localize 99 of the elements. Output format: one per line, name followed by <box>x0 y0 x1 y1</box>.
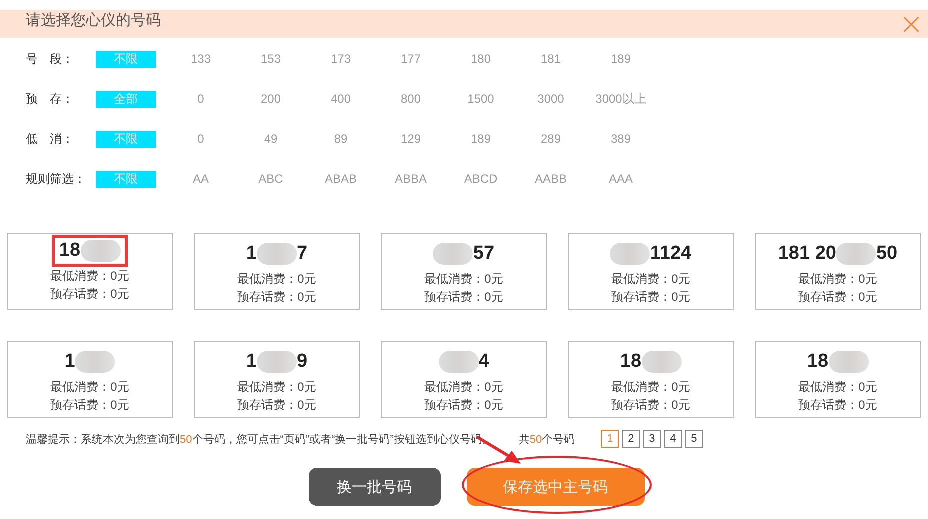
phone-number-part: 9 <box>297 351 308 373</box>
blurred-digits <box>75 351 116 373</box>
blurred-digits <box>438 351 479 373</box>
blurred-digits <box>433 243 474 265</box>
filter-option[interactable]: 不限 <box>96 170 156 188</box>
phone-number-part: 1 <box>64 351 76 373</box>
prepaid-text: 预存话费：0元 <box>424 289 504 306</box>
prepaid-text: 预存话费：0元 <box>798 397 878 414</box>
prepaid-text: 预存话费：0元 <box>238 289 316 306</box>
filter-option[interactable]: AABB <box>516 172 586 186</box>
min-spend-text: 最低消费：0元 <box>612 271 690 288</box>
number-card[interactable]: 4 最低消费：0元 预存话费：0元 <box>381 341 547 418</box>
phone-number-part: 1 <box>246 243 257 265</box>
filter-option[interactable]: 200 <box>236 92 306 106</box>
prepaid-text: 预存话费：0元 <box>798 289 878 306</box>
blurred-digits <box>642 351 682 373</box>
blurred-digits <box>80 240 121 262</box>
blurred-digits <box>257 351 297 373</box>
filter-option[interactable]: 129 <box>376 132 446 146</box>
refresh-button[interactable]: 换一批号码 <box>308 468 440 506</box>
page-button[interactable]: 1 <box>601 430 620 448</box>
filter-option[interactable]: 不限 <box>96 50 156 68</box>
blurred-digits <box>610 243 650 265</box>
filter-option[interactable]: AAA <box>586 172 656 186</box>
page-button[interactable]: 5 <box>685 430 704 448</box>
filter-option[interactable]: AA <box>166 172 236 186</box>
min-spend-text: 最低消费：0元 <box>798 271 878 288</box>
number-card[interactable]: 1 7 最低消费：0元 预存话费：0元 <box>194 233 360 310</box>
prepaid-text: 预存话费：0元 <box>238 397 316 414</box>
filter-option[interactable]: 180 <box>446 52 516 66</box>
blurred-digits <box>836 243 876 265</box>
filter-option[interactable]: 不限 <box>96 130 156 148</box>
filter-option[interactable]: 177 <box>376 52 446 66</box>
filter-option[interactable]: ABC <box>236 172 306 186</box>
filter-option[interactable]: 400 <box>306 92 376 106</box>
page-button[interactable]: 2 <box>622 430 640 448</box>
filter-option[interactable]: 153 <box>236 52 306 66</box>
min-spend-text: 最低消费：0元 <box>612 379 690 396</box>
min-spend-text: 最低消费：0元 <box>50 379 130 396</box>
filter-option[interactable]: 389 <box>586 132 656 146</box>
number-card[interactable]: 18 最低消费：0元 预存话费：0元 <box>755 341 921 418</box>
filter-option[interactable]: 173 <box>306 52 376 66</box>
blurred-digits <box>828 351 869 373</box>
number-card[interactable]: 18 最低消费：0元 预存话费：0元 <box>568 341 734 418</box>
min-spend-text: 最低消费：0元 <box>424 271 504 288</box>
filter-option[interactable]: 1500 <box>446 92 516 106</box>
filter-label: 规则筛选： <box>26 170 87 188</box>
total-count: 共50个号码 <box>518 432 576 446</box>
min-spend-text: 最低消费：0元 <box>238 379 316 396</box>
phone-number-part: 57 <box>473 243 495 265</box>
prepaid-text: 预存话费：0元 <box>612 289 690 306</box>
filter-option[interactable]: 189 <box>446 132 516 146</box>
number-card[interactable]: 57 最低消费：0元 预存话费：0元 <box>381 233 547 310</box>
page-button[interactable]: 4 <box>664 430 682 448</box>
number-card[interactable]: 1 9 最低消费：0元 预存话费：0元 <box>194 341 360 418</box>
dialog-title: 请选择您心仪的号码 <box>26 10 161 30</box>
filter-option[interactable]: 3000以上 <box>586 90 656 108</box>
filter-option[interactable]: 0 <box>166 132 236 146</box>
filter-option[interactable]: 0 <box>166 92 236 106</box>
phone-number-part: 4 <box>478 351 490 373</box>
filter-label: 号 段： <box>26 50 75 68</box>
filter-label: 预 存： <box>26 90 75 108</box>
filter-option[interactable]: 181 <box>516 52 586 66</box>
filter-option[interactable]: 全部 <box>96 90 156 108</box>
filter-option[interactable]: ABBA <box>376 172 446 186</box>
filter-option[interactable]: 289 <box>516 132 586 146</box>
phone-number-part: 1 <box>246 351 257 373</box>
number-card[interactable]: 1124 最低消费：0元 预存话费：0元 <box>568 233 734 310</box>
phone-number-part: 50 <box>876 243 898 265</box>
phone-number-part: 1124 <box>650 243 692 265</box>
filter-option[interactable]: 3000 <box>516 92 586 106</box>
filter-option[interactable]: 800 <box>376 92 446 106</box>
phone-number-part: 18 <box>807 351 829 373</box>
filter-option[interactable]: ABAB <box>306 172 376 186</box>
filter-option[interactable]: 189 <box>586 52 656 66</box>
blurred-digits <box>257 243 297 265</box>
min-spend-text: 最低消费：0元 <box>424 379 504 396</box>
phone-number-part: 181 20 <box>778 243 836 265</box>
close-button[interactable]: × <box>894 11 928 39</box>
number-card[interactable]: 18 最低消费：0元 预存话费：0元 <box>7 233 173 310</box>
page-button[interactable]: 3 <box>643 430 662 448</box>
filter-option[interactable]: 133 <box>166 52 236 66</box>
filter-option[interactable]: 49 <box>236 132 306 146</box>
phone-number-part: 7 <box>297 243 308 265</box>
phone-number-part: 18 <box>620 351 642 373</box>
prepaid-text: 预存话费：0元 <box>612 397 690 414</box>
prepaid-text: 预存话费：0元 <box>50 397 130 414</box>
prepaid-text: 预存话费：0元 <box>50 286 130 303</box>
save-button[interactable]: 保存选中主号码 <box>466 468 644 506</box>
phone-number-part: 18 <box>59 240 81 262</box>
min-spend-text: 最低消费：0元 <box>50 268 130 285</box>
number-card[interactable]: 1 最低消费：0元 预存话费：0元 <box>7 341 173 418</box>
filter-option[interactable]: ABCD <box>446 172 516 186</box>
filter-label: 低 消： <box>26 130 75 148</box>
min-spend-text: 最低消费：0元 <box>238 271 316 288</box>
min-spend-text: 最低消费：0元 <box>798 379 878 396</box>
filter-option[interactable]: 89 <box>306 132 376 146</box>
number-card[interactable]: 181 20 50 最低消费：0元 预存话费：0元 <box>755 233 921 310</box>
prepaid-text: 预存话费：0元 <box>424 397 504 414</box>
